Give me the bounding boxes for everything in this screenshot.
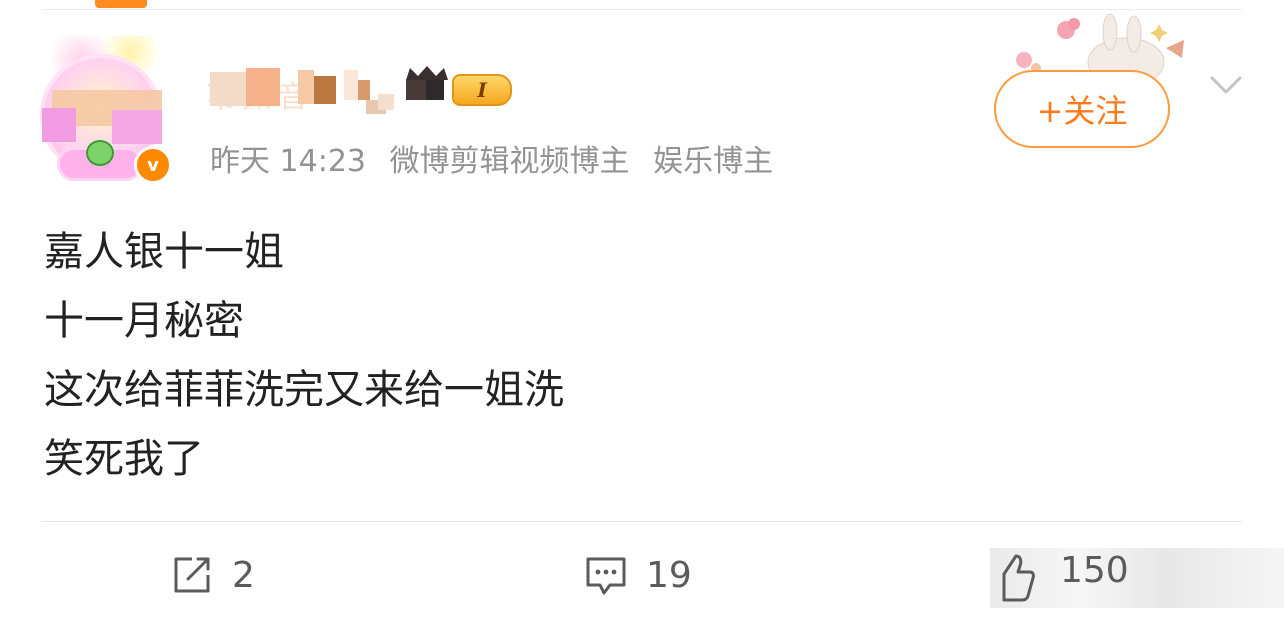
- like-icon[interactable]: [996, 552, 1036, 602]
- post-line: 笑死我了: [44, 436, 204, 482]
- verified-icon: v: [134, 146, 172, 184]
- level-badge: I: [452, 72, 516, 106]
- post-line: 这次给菲菲洗完又来给一姐洗: [44, 367, 564, 413]
- avatar-mosaic: [42, 108, 76, 142]
- comment-button[interactable]: 19: [584, 548, 692, 602]
- repost-count: 2: [232, 554, 255, 596]
- post-content: 嘉人银十一姐 十一月秘密 这次给菲菲洗完又来给一姐洗 笑死我了: [44, 218, 564, 494]
- comment-count: 19: [646, 554, 692, 596]
- author-name-row: 苇如音 I: [206, 66, 516, 115]
- level-badge-text: I: [452, 74, 512, 106]
- author-tag[interactable]: 微博剪辑视频博主: [390, 144, 630, 179]
- chevron-down-icon[interactable]: [1206, 70, 1246, 100]
- follow-button[interactable]: +关注: [994, 70, 1170, 148]
- post-line: 十一月秘密: [44, 298, 244, 344]
- post-line: 嘉人银十一姐: [44, 229, 284, 275]
- author-tag[interactable]: 娱乐博主: [653, 144, 773, 179]
- frog-icon: [86, 140, 114, 166]
- post-meta: 昨天 14:23 微博剪辑视频博主 娱乐博主: [210, 136, 787, 180]
- avatar[interactable]: v: [38, 32, 174, 184]
- author-name[interactable]: 苇如音: [206, 66, 448, 115]
- repost-button[interactable]: 2: [170, 548, 255, 602]
- comment-icon: [586, 557, 626, 595]
- repost-icon: [174, 557, 210, 593]
- crown-icon: [406, 66, 448, 80]
- divider: [42, 521, 1242, 522]
- like-count: 150: [1060, 550, 1129, 591]
- tab-indicator: [95, 0, 147, 8]
- avatar-mosaic: [112, 110, 162, 144]
- post-time: 昨天 14:23: [210, 144, 366, 179]
